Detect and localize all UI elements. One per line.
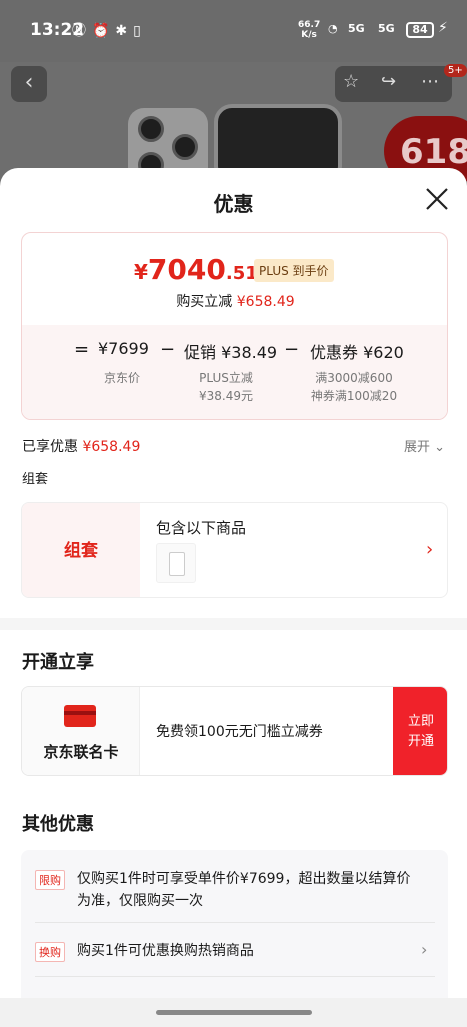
status-icons: Ⓝ⏰✱▯ — [72, 23, 147, 39]
plus-price-tag: PLUS 到手价 — [254, 259, 334, 282]
final-price: ¥7040.51 — [134, 253, 258, 286]
favorite-star-icon[interactable]: ☆ — [343, 71, 359, 92]
card-desc: 免费领100元无门槛立减券 — [156, 724, 323, 740]
jd-price-label: 京东价 — [103, 371, 140, 385]
charging-icon: ⚡ — [438, 20, 448, 36]
bundle-product-thumbnail[interactable] — [156, 543, 196, 583]
instant-discount: 购买立减 ¥658.49 — [176, 294, 295, 310]
bundle-left-label: 组套 — [22, 503, 140, 597]
signal-5g-1: 5G — [348, 22, 365, 35]
close-icon[interactable] — [424, 186, 450, 212]
wifi-icon: ◔ — [328, 22, 338, 35]
jd-price: ¥7699 — [98, 339, 149, 358]
minus-sign: − — [284, 339, 300, 360]
co-branded-card-offer: 京东联名卡 免费领100元无门槛立减券 立即 开通 — [21, 686, 448, 776]
coupon-amount: 优惠券 ¥620 — [310, 343, 404, 362]
price-breakdown-card: ¥7040.51 PLUS 到手价 购买立减 ¥658.49 = ¥7699 −… — [21, 232, 448, 420]
credit-card-icon — [64, 705, 96, 727]
limit-tag: 限购 — [35, 870, 65, 890]
promo-sub2: ¥38.49元 — [199, 389, 253, 403]
exchange-tag: 换购 — [35, 942, 65, 962]
home-indicator[interactable] — [156, 1010, 312, 1015]
limit-text: 仅购买1件时可享受单件价¥7699，超出数量以结算价为准，仅限购买一次 — [77, 871, 411, 909]
signal-5g-2: 5G — [378, 22, 395, 35]
chevron-down-icon: ⌄ — [434, 440, 446, 455]
chevron-right-icon[interactable]: › — [426, 539, 433, 560]
back-button[interactable]: ‹ — [11, 66, 47, 102]
coupon-sub2: 神券满100减20 — [310, 389, 398, 403]
battery-indicator: 84 — [406, 22, 434, 38]
more-icon[interactable]: ⋯ — [421, 71, 439, 92]
card-left-panel: 京东联名卡 — [22, 687, 140, 775]
net-speed: 66.7 K/s — [298, 20, 321, 40]
message-count-badge: 5+ — [444, 64, 467, 77]
promo-sub1: PLUS立减 — [199, 371, 253, 385]
enjoyed-discount: 已享优惠 ¥658.49 — [22, 439, 141, 455]
discount-sheet: 优惠 ¥7040.51 PLUS 到手价 购买立减 ¥658.49 = ¥769… — [0, 168, 467, 1027]
card-name: 京东联名卡 — [43, 743, 119, 761]
bundle-card[interactable]: 组套 包含以下商品 › — [21, 502, 448, 598]
status-bar: 13:22 Ⓝ⏰✱▯ 66.7 K/s ◔ 5G 5G 84 ⚡ — [0, 0, 467, 62]
minus-sign: − — [160, 339, 176, 360]
open-now-button[interactable]: 立即 开通 — [393, 687, 447, 775]
chevron-right-icon[interactable]: › — [421, 940, 427, 959]
top-actions: ☆ ↪ ⋯ — [335, 66, 452, 102]
coupon-sub1: 满3000减600 — [315, 371, 393, 385]
equals-sign: = — [74, 339, 90, 360]
promo-amount: 促销 ¥38.49 — [184, 343, 278, 362]
row-divider — [35, 922, 435, 923]
sheet-title: 优惠 — [213, 192, 254, 216]
section-divider — [0, 618, 467, 630]
share-icon[interactable]: ↪ — [381, 71, 396, 92]
open-section-title: 开通立享 — [22, 652, 94, 673]
expand-toggle[interactable]: 展开 ⌄ — [404, 436, 445, 455]
exchange-text: 购买1件可优惠换购热销商品 — [77, 943, 254, 959]
bundle-section-label: 组套 — [22, 472, 49, 487]
row-divider — [35, 976, 435, 977]
other-section-title: 其他优惠 — [22, 814, 94, 835]
bundle-title: 包含以下商品 — [156, 519, 247, 537]
navigation-bar — [0, 998, 467, 1027]
